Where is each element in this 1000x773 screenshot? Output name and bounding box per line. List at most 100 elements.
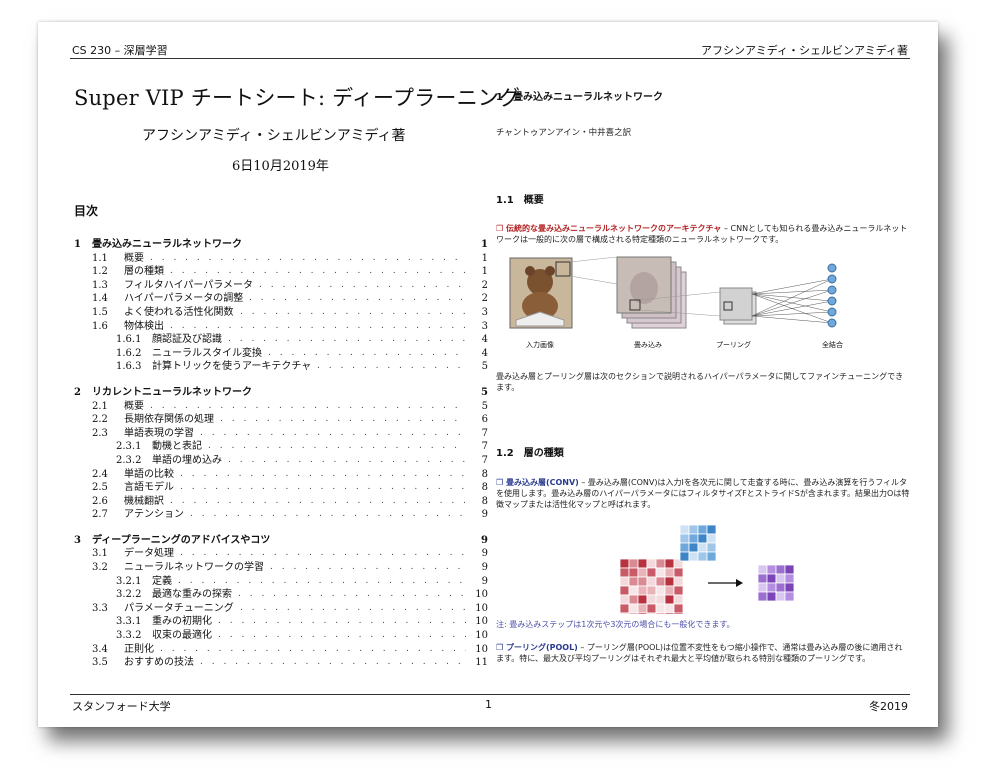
toc-title: アテンション [124,509,184,521]
toc-number: 1.6.1 [116,334,142,346]
toc-number: 3.3 [92,602,108,614]
toc-leader-dots: . . . . . . . . . . . . . . . . . . . . … [180,468,466,479]
subsection-1-2-heading: 1.2 層の種類 [496,448,564,459]
toc-leader-dots: . . . . . . . . . . . . . . . . . . . . … [249,293,466,304]
toc-leader-dots: . . . . . . . . . . . . . . . . . . . . … [200,657,466,668]
toc-leader-dots: . . . . . . . . . . . . . . . . . . . . … [200,427,466,438]
toc-leader-dots: . . . . . . . . . . . . . . . . . . . . … [170,266,466,277]
arrow-head [736,579,743,587]
toc-number: 1 [74,239,81,250]
toc-item-3.1[interactable]: 3.1 データ処理 . . . . . . . . . . . . . . . . … [74,547,488,561]
toc-leader-dots: . . . . . . . . . . . . . . . . . . . . … [208,441,466,452]
toc-number: 2 [74,386,81,398]
toc-number: 3.3.1 [116,616,142,628]
toc-number: 3.2.2 [116,589,142,601]
toc-number: 2.7 [92,509,108,521]
toc-number: 2.1 [92,400,108,412]
toc-title: ディープラーニングのアドバイスやコツ [92,534,271,546]
term-conv-layer: ❒ 畳み込み層(CONV) [496,478,579,487]
toc-page: 4 [481,347,488,359]
toc-number: 1.1 [92,252,108,264]
toc-item-3.5[interactable]: 3.5 おすすめの技法 . . . . . . . . . . . . . . . … [74,656,488,670]
toc-item-1.5[interactable]: 1.5 よく使われる活性化関数 . . . . . . . . . . . . . … [74,306,488,320]
term-pooling: ❒ プーリング(POOL) [496,643,578,652]
toc-item-3.4[interactable]: 3.4 正則化 . . . . . . . . . . . . . . . . . … [74,643,488,657]
toc-page: 3 [481,320,488,332]
toc-leader-dots: . . . . . . . . . . . . . . . . . . . . … [238,589,466,600]
toc-page: 3 [481,306,488,318]
toc-item-2.4[interactable]: 2.4 単語の比較 . . . . . . . . . . . . . . . . … [74,468,488,482]
toc-page: 8 [481,482,488,494]
toc-item-2.3.2[interactable]: 2.3.2 単語の埋め込み . . . . . . . . . . . . . . … [74,454,488,468]
toc-page: 10 [475,643,488,655]
toc-item-1.1[interactable]: 1.1 概要 . . . . . . . . . . . . . . . . . .… [74,252,488,266]
toc-item-3.3.2[interactable]: 3.3.2 収束の最適化 . . . . . . . . . . . . . . .… [74,629,488,643]
toc-item-3.2[interactable]: 3.2 ニューラルネットワークの学習 . . . . . . . . . . . .… [74,561,488,575]
toc-item-1.4[interactable]: 1.4 ハイパーパラメータの調整 . . . . . . . . . . . . .… [74,292,488,306]
convolution-diagram [619,524,795,623]
toc-item-1.3[interactable]: 1.3 フィルタハイパーパラメータ . . . . . . . . . . . . … [74,279,488,293]
toc-number: 1.2 [92,266,108,278]
toc-page: 7 [481,441,488,453]
toc-leader-dots: . . . . . . . . . . . . . . . . . . . . … [170,320,466,331]
toc-section-3[interactable]: 3 ディープラーニングのアドバイスやコツ 9 [74,534,488,548]
toc-item-2.3.1[interactable]: 2.3.1 動機と表記 . . . . . . . . . . . . . . . … [74,440,488,454]
toc-title: 概要 [124,252,144,264]
term-cnn-architecture: ❒ 伝統的な畳み込みニューラルネットワークのアーキテクチャ [496,224,722,233]
toc-page: 9 [481,509,488,521]
toc-leader-dots: . . . . . . . . . . . . . . . . . . . . … [190,509,466,520]
toc-number: 3.1 [92,548,108,560]
toc-number: 3.3.2 [116,630,142,642]
footer-rule [70,694,910,695]
toc-item-2.7[interactable]: 2.7 アテンション . . . . . . . . . . . . . . . .… [74,508,488,522]
toc-page: 9 [481,562,488,574]
toc-number: 1.5 [92,306,108,318]
toc-section-1[interactable]: 1 畳み込みニューラルネットワーク 1 [74,238,488,252]
toc-section-2[interactable]: 2 リカレントニューラルネットワーク 5 [74,386,488,400]
toc-item-2.2[interactable]: 2.2 長期依存関係の処理 . . . . . . . . . . . . . . … [74,413,488,427]
cnn-architecture-diagram [509,256,837,329]
toc-title: 単語の埋め込み [152,454,222,466]
toc-item-2.1[interactable]: 2.1 概要 . . . . . . . . . . . . . . . . . .… [74,400,488,414]
toc-leader-dots: . . . . . . . . . . . . . . . . . . . . … [228,454,466,465]
paragraph-finetuning: 畳み込み層とプーリング層は次のセクションで説明されるハイパーパラメータに関してフ… [496,372,904,392]
convolution-figure [496,519,910,623]
paragraph-pooling: ❒ プーリング(POOL) – プーリング層(POOL)は位置不変性をもつ縮小操… [496,642,910,664]
toc-item-2.3[interactable]: 2.3 単語表現の学習 . . . . . . . . . . . . . . . … [74,427,488,441]
toc-title: 最適な重みの探索 [152,589,232,601]
toc-leader-dots: . . . . . . . . . . . . . . . . . . . . … [317,361,466,372]
toc-title: データ処理 [124,548,174,560]
toc-item-3.2.1[interactable]: 3.2.1 定義 . . . . . . . . . . . . . . . . .… [74,575,488,589]
toc-title: 動機と表記 [152,441,202,453]
toc-title: 畳み込みニューラルネットワーク [92,239,242,250]
toc-title: 機械翻訳 [124,495,164,507]
paragraph-cnn-architecture: ❒ 伝統的な畳み込みニューラルネットワークのアーキテクチャ – CNNとしても知… [496,223,910,245]
toc-page: 5 [481,386,488,398]
toc-page: 1 [481,252,488,264]
toc-item-2.5[interactable]: 2.5 言語モデル . . . . . . . . . . . . . . . . … [74,481,488,495]
toc-number: 3.2 [92,562,108,574]
subsection-1-1-heading: 1.1 概要 [496,195,544,206]
toc-item-3.2.2[interactable]: 3.2.2 最適な重みの探索 . . . . . . . . . . . . . .… [74,588,488,602]
toc-title: 顔認証及び認識 [152,334,222,346]
toc-leader-dots: . . . . . . . . . . . . . . . . . . . . … [180,482,466,493]
toc-item-1.6[interactable]: 1.6 物体検出 . . . . . . . . . . . . . . . . .… [74,320,488,334]
toc-item-3.3.1[interactable]: 3.3.1 重みの初期化 . . . . . . . . . . . . . . .… [74,615,488,629]
toc-item-1.6.3[interactable]: 1.6.3 計算トリックを使うアーキテクチャ . . . . . . . . . .… [74,360,488,374]
paragraph-conv-layer: ❒ 畳み込み層(CONV) – 畳み込み層(CONV)は入力Iを各次元に関して走… [496,477,910,510]
toc-title: リカレントニューラルネットワーク [92,386,252,398]
label-input-image: 入力画像 [526,341,554,349]
toc-page: 10 [475,602,488,614]
toc-item-1.6.2[interactable]: 1.6.2 ニューラルスタイル変換 . . . . . . . . . . . . … [74,347,488,361]
toc-page: 4 [481,334,488,346]
toc-title: パラメータチューニング [124,602,234,614]
toc-page: 5 [481,400,488,412]
toc-title: 正則化 [124,643,154,655]
toc-item-3.3[interactable]: 3.3 パラメータチューニング . . . . . . . . . . . . . … [74,602,488,616]
toc-item-2.6[interactable]: 2.6 機械翻訳 . . . . . . . . . . . . . . . . .… [74,495,488,509]
toc-item-1.2[interactable]: 1.2 層の種類 . . . . . . . . . . . . . . . . .… [74,265,488,279]
toc-item-1.6.1[interactable]: 1.6.1 顔認証及び認識 . . . . . . . . . . . . . . … [74,333,488,347]
page-title: Super VIP チートシート: ディープラーニング [74,86,521,110]
toc-page: 5 [481,361,488,373]
note-convolution: 注: 畳み込みステップは1次元や3次元の場合にも一般化できます。 [496,620,735,629]
